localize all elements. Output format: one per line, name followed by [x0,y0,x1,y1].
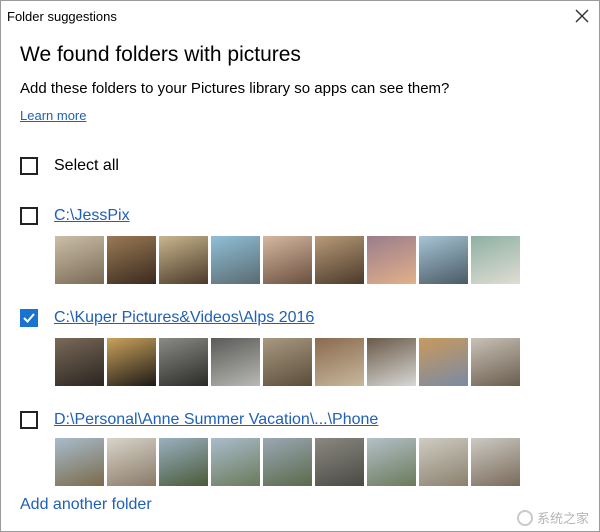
photo-thumbnail [263,338,312,386]
photo-thumbnail [107,236,156,284]
photo-thumbnail [159,236,208,284]
photo-thumbnail [211,438,260,486]
watermark-text: 系统之家 [536,511,589,526]
folder-row-anne-summer-vacation[interactable]: D:\Personal\Anne Summer Vacation\...\Pho… [20,409,378,431]
folder-checkbox[interactable] [20,309,38,327]
dialog-subheading: Add these folders to your Pictures libra… [20,80,450,97]
photo-thumbnail [471,338,520,386]
folder-path-link[interactable]: C:\Kuper Pictures&Videos\Alps 2016 [54,309,314,327]
photo-thumbnail [367,438,416,486]
photo-thumbnail [471,236,520,284]
select-all-label: Select all [54,157,119,174]
checkmark-icon [23,313,35,323]
photo-thumbnail [263,438,312,486]
photo-thumbnail [55,236,104,284]
photo-thumbnail [211,236,260,284]
folder-suggestions-dialog: Folder suggestions We found folders with… [0,0,600,532]
folder-thumbnails [55,236,520,284]
photo-thumbnail [107,438,156,486]
photo-thumbnail [367,236,416,284]
add-another-folder-link[interactable]: Add another folder [20,496,152,514]
window-title: Folder suggestions [7,9,117,24]
photo-thumbnail [263,236,312,284]
photo-thumbnail [159,338,208,386]
folder-checkbox[interactable] [20,207,38,225]
photo-thumbnail [315,338,364,386]
folder-path-link[interactable]: C:\JessPix [54,207,130,225]
folder-row-alps-2016[interactable]: C:\Kuper Pictures&Videos\Alps 2016 [20,307,314,329]
photo-thumbnail [159,438,208,486]
folder-thumbnails [55,438,520,486]
photo-thumbnail [471,438,520,486]
select-all-row[interactable]: Select all [20,155,119,177]
select-all-checkbox[interactable] [20,157,38,175]
photo-thumbnail [315,236,364,284]
photo-thumbnail [107,338,156,386]
title-bar: Folder suggestions [1,1,599,33]
close-button[interactable] [569,3,595,29]
close-icon [575,9,589,23]
folder-path-link[interactable]: D:\Personal\Anne Summer Vacation\...\Pho… [54,411,378,429]
dialog-heading: We found folders with pictures [20,43,301,66]
photo-thumbnail [55,338,104,386]
photo-thumbnail [419,438,468,486]
photo-thumbnail [55,438,104,486]
watermark-logo-icon [516,509,533,526]
folder-row-jesspix[interactable]: C:\JessPix [20,205,130,227]
folder-thumbnails [55,338,520,386]
photo-thumbnail [419,236,468,284]
photo-thumbnail [211,338,260,386]
learn-more-link[interactable]: Learn more [20,108,86,123]
watermark: 系统之家 [516,508,589,527]
photo-thumbnail [419,338,468,386]
photo-thumbnail [367,338,416,386]
folder-checkbox[interactable] [20,411,38,429]
photo-thumbnail [315,438,364,486]
